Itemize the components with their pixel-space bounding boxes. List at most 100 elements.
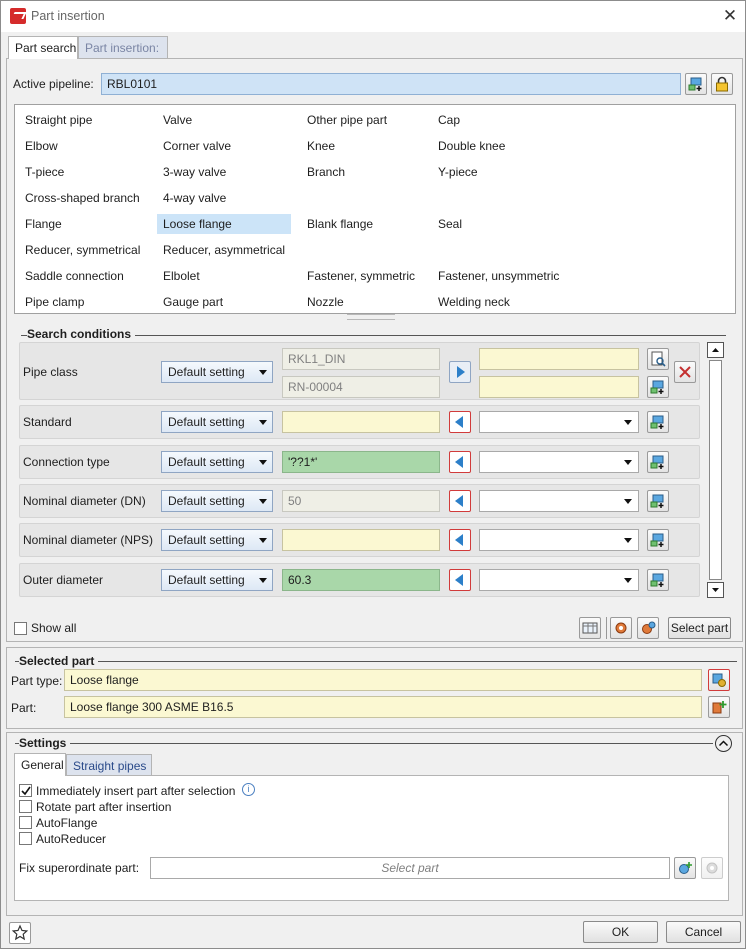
part-insert-button[interactable] bbox=[708, 696, 730, 718]
pick-pipeline-button[interactable] bbox=[685, 73, 707, 95]
splitter-grip[interactable] bbox=[347, 314, 395, 320]
part-type-item[interactable]: T-piece bbox=[19, 162, 149, 182]
part-type-action-button[interactable] bbox=[708, 669, 730, 691]
immediately-insert-checkbox[interactable] bbox=[19, 784, 32, 797]
ok-button[interactable]: OK bbox=[583, 921, 658, 943]
apply-condition-button[interactable] bbox=[449, 451, 471, 473]
apply-condition-button[interactable] bbox=[449, 411, 471, 433]
autoflange-checkbox[interactable] bbox=[19, 816, 32, 829]
condition-value-field[interactable]: 50 bbox=[282, 490, 440, 512]
condition-setting-select[interactable]: Default setting bbox=[161, 529, 273, 551]
condition-options-select[interactable] bbox=[479, 411, 639, 433]
condition-value-field[interactable]: 60.3 bbox=[282, 569, 440, 591]
clear-superordinate-button[interactable] bbox=[701, 857, 723, 879]
part-type-item[interactable]: Blank flange bbox=[301, 214, 421, 234]
tab-part-search[interactable]: Part search bbox=[8, 36, 78, 59]
condition-setting-select[interactable]: Default setting bbox=[161, 361, 273, 383]
search-parts-button[interactable] bbox=[610, 617, 632, 639]
pick-condition-button[interactable] bbox=[647, 569, 669, 591]
select-part-button[interactable]: Select part bbox=[668, 617, 731, 639]
autoreducer-checkbox[interactable] bbox=[19, 832, 32, 845]
apply-condition-button[interactable] bbox=[449, 529, 471, 551]
clear-pipe-class-button[interactable] bbox=[674, 361, 696, 383]
active-pipeline-field[interactable]: RBL0101 bbox=[101, 73, 681, 95]
scroll-up-button[interactable] bbox=[707, 342, 724, 358]
part-type-item[interactable]: Other pipe part bbox=[301, 110, 421, 130]
part-type-field[interactable]: Loose flange bbox=[64, 669, 702, 691]
condition-value-field[interactable] bbox=[282, 529, 440, 551]
part-type-item[interactable]: Elbolet bbox=[157, 266, 291, 286]
conditions-scrollbar[interactable] bbox=[707, 342, 724, 599]
part-type-item[interactable]: Pipe clamp bbox=[19, 292, 149, 312]
condition-setting-select[interactable]: Default setting bbox=[161, 411, 273, 433]
browse-pipe-class-button[interactable] bbox=[647, 348, 669, 370]
apply-pipe-class-button[interactable] bbox=[449, 361, 471, 383]
part-type-item[interactable]: Corner valve bbox=[157, 136, 291, 156]
condition-setting-select[interactable]: Default setting bbox=[161, 490, 273, 512]
condition-value-field[interactable]: '??1*' bbox=[282, 451, 440, 473]
rotate-part-checkbox[interactable] bbox=[19, 800, 32, 813]
search-parts-extended-button[interactable] bbox=[637, 617, 659, 639]
condition-options-select[interactable] bbox=[479, 569, 639, 591]
table-view-button[interactable] bbox=[579, 617, 601, 639]
pipe-class-norm-field[interactable]: RN-00004 bbox=[282, 376, 440, 398]
part-type-item[interactable]: Flange bbox=[19, 214, 149, 234]
tab-part-insertion[interactable]: Part insertion: bbox=[78, 36, 168, 58]
part-type-item[interactable]: Loose flange bbox=[157, 214, 291, 234]
part-type-item[interactable]: Welding neck bbox=[432, 292, 582, 312]
show-all-checkbox[interactable] bbox=[14, 622, 27, 635]
close-icon[interactable]: ✕ bbox=[721, 7, 739, 25]
apply-condition-button[interactable] bbox=[449, 490, 471, 512]
apply-condition-button[interactable] bbox=[449, 569, 471, 591]
part-type-item[interactable]: Branch bbox=[301, 162, 421, 182]
part-type-item[interactable]: Seal bbox=[432, 214, 582, 234]
part-type-item[interactable]: Double knee bbox=[432, 136, 582, 156]
part-type-item[interactable]: Straight pipe bbox=[19, 110, 149, 130]
part-type-item[interactable]: Knee bbox=[301, 136, 421, 156]
settings-tab-straight-pipes[interactable]: Straight pipes bbox=[66, 754, 152, 776]
part-type-item[interactable]: Y-piece bbox=[432, 162, 582, 182]
pipe-class-target-field-2[interactable] bbox=[479, 376, 639, 398]
pick-condition-button[interactable] bbox=[647, 529, 669, 551]
part-type-item[interactable]: Fastener, symmetric bbox=[301, 266, 421, 286]
pipe-class-value-field[interactable]: RKL1_DIN bbox=[282, 348, 440, 370]
part-type-item[interactable]: Gauge part bbox=[157, 292, 291, 312]
info-icon[interactable]: i bbox=[242, 783, 255, 796]
collapse-settings-button[interactable] bbox=[715, 735, 732, 752]
gear-pick-icon bbox=[679, 862, 692, 874]
condition-setting-select[interactable]: Default setting bbox=[161, 569, 273, 591]
part-type-item[interactable]: Saddle connection bbox=[19, 266, 149, 286]
cancel-button[interactable]: Cancel bbox=[666, 921, 741, 943]
part-type-item[interactable]: Valve bbox=[157, 110, 291, 130]
pick-superordinate-button[interactable] bbox=[674, 857, 696, 879]
delete-x-icon bbox=[679, 366, 691, 378]
condition-value-field[interactable] bbox=[282, 411, 440, 433]
condition-setting-select[interactable]: Default setting bbox=[161, 451, 273, 473]
pick-condition-button[interactable] bbox=[647, 490, 669, 512]
autoflange-label: AutoFlange bbox=[36, 816, 98, 830]
part-type-item[interactable]: 3-way valve bbox=[157, 162, 291, 182]
condition-options-select[interactable] bbox=[479, 451, 639, 473]
arrow-left-icon bbox=[455, 456, 463, 468]
scroll-thumb[interactable] bbox=[709, 360, 722, 580]
part-type-item[interactable]: Reducer, asymmetrical bbox=[157, 240, 291, 260]
fix-superordinate-field[interactable]: Select part bbox=[150, 857, 670, 879]
lock-pipeline-button[interactable] bbox=[711, 73, 733, 95]
part-type-item[interactable]: Cap bbox=[432, 110, 582, 130]
pipe-class-target-field[interactable] bbox=[479, 348, 639, 370]
favorite-button[interactable] bbox=[9, 922, 31, 944]
part-type-item[interactable]: 4-way valve bbox=[157, 188, 291, 208]
part-type-item[interactable]: Nozzle bbox=[301, 292, 421, 312]
part-type-item[interactable]: Elbow bbox=[19, 136, 149, 156]
pick-condition-button[interactable] bbox=[647, 411, 669, 433]
part-field[interactable]: Loose flange 300 ASME B16.5 bbox=[64, 696, 702, 718]
pick-condition-button[interactable] bbox=[647, 451, 669, 473]
scroll-down-button[interactable] bbox=[707, 582, 724, 598]
pick-norm-button[interactable] bbox=[647, 376, 669, 398]
part-type-item[interactable]: Fastener, unsymmetric bbox=[432, 266, 582, 286]
settings-tab-general[interactable]: General bbox=[14, 753, 66, 776]
part-type-item[interactable]: Reducer, symmetrical bbox=[19, 240, 149, 260]
condition-options-select[interactable] bbox=[479, 529, 639, 551]
part-type-item[interactable]: Cross-shaped branch bbox=[19, 188, 149, 208]
condition-options-select[interactable] bbox=[479, 490, 639, 512]
